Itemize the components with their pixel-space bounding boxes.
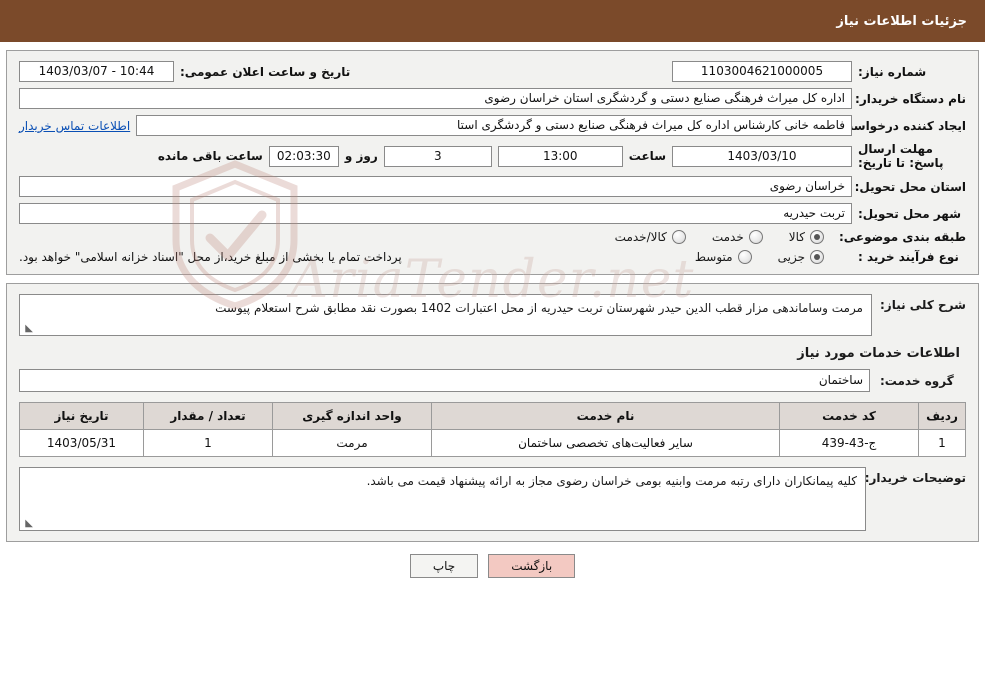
remaining-time-value: 02:03:30 <box>268 145 339 167</box>
radio-icon[interactable] <box>671 230 686 244</box>
print-button[interactable]: چاپ <box>409 554 479 578</box>
category-radio-group[interactable]: کالا خدمت کالا/خدمت <box>615 230 824 244</box>
col-need-date: تاریخ نیاز <box>19 402 144 430</box>
radio-icon[interactable] <box>737 250 752 264</box>
general-desc-label: شرح کلی نیاز: <box>880 298 966 312</box>
services-section-title: اطلاعات خدمات مورد نیاز <box>797 346 960 361</box>
radio-icon[interactable] <box>810 230 824 244</box>
row-buyer-org: نام دستگاه خریدار: اداره کل میراث فرهنگی… <box>19 88 966 109</box>
col-quantity: تعداد / مقدار <box>143 402 273 430</box>
col-row: ردیف <box>918 402 966 430</box>
general-desc-text: مرمت وساماندهی مزار قطب الدین حیدر شهرست… <box>215 301 863 315</box>
category-option-kala[interactable]: کالا <box>789 230 824 244</box>
row-deadline: مهلت ارسال پاسخ: تا تاریخ: 1403/03/10 سا… <box>19 142 966 170</box>
row-general-description: شرح کلی نیاز: مرمت وساماندهی مزار قطب ال… <box>19 294 966 336</box>
deadline-label: مهلت ارسال پاسخ: تا تاریخ: <box>858 142 944 170</box>
resize-grip-icon[interactable]: ◣ <box>23 324 33 334</box>
cell-need-date: 1403/05/31 <box>19 429 144 457</box>
col-service-code: کد خدمت <box>779 402 919 430</box>
buyer-notes-value: کلیه پیمانکاران دارای رتبه مرمت وابنیه ب… <box>19 467 866 531</box>
page-root: AriaTender.net جزئیات اطلاعات نیاز شماره… <box>0 0 985 691</box>
purchase-option-label: متوسط <box>694 250 733 264</box>
footer-actions: بازگشت چاپ <box>0 554 985 578</box>
announce-datetime-label: تاریخ و ساعت اعلان عمومی: <box>180 64 351 79</box>
need-description-panel: شرح کلی نیاز: مرمت وساماندهی مزار قطب ال… <box>6 283 979 542</box>
buyer-contact-link[interactable]: اطلاعات تماس خریدار <box>19 119 130 133</box>
resize-grip-icon[interactable]: ◣ <box>23 519 33 529</box>
purchase-option-jozei[interactable]: جزیی <box>778 250 824 264</box>
general-desc-value: مرمت وساماندهی مزار قطب الدین حیدر شهرست… <box>19 294 872 336</box>
cell-quantity: 1 <box>143 429 273 457</box>
announce-datetime-value: 1403/03/07 - 10:44 <box>19 61 174 82</box>
radio-icon[interactable] <box>748 230 763 244</box>
cell-row: 1 <box>918 429 966 457</box>
deadline-hour-label: ساعت <box>628 149 666 163</box>
table-header-row: ردیف کد خدمت نام خدمت واحد اندازه گیری ت… <box>19 402 966 430</box>
category-option-khedmat[interactable]: خدمت <box>712 230 763 244</box>
row-requester: ایجاد کننده درخواست: فاطمه خانی کارشناس … <box>19 115 966 136</box>
category-option-label: کالا <box>788 230 805 244</box>
row-category: طبقه بندی موضوعی: کالا خدمت کالا/خدمت <box>19 230 966 244</box>
need-details-panel: شماره نیاز: 1103004621000005 تاریخ و ساع… <box>6 50 979 275</box>
deadline-hour-value: 13:00 <box>497 145 623 167</box>
city-label: شهر محل تحویل: <box>858 206 962 221</box>
category-option-kala-khedmat[interactable]: کالا/خدمت <box>615 230 686 244</box>
row-need-number: شماره نیاز: 1103004621000005 تاریخ و ساع… <box>19 61 966 82</box>
purchase-option-label: جزیی <box>777 250 805 264</box>
service-group-value: ساختمان <box>19 369 870 392</box>
cell-unit: مرمت <box>272 429 432 457</box>
purchase-type-radio-group[interactable]: جزیی متوسط <box>695 250 824 264</box>
need-number-value: 1103004621000005 <box>672 61 852 82</box>
row-service-group: گروه خدمت: ساختمان <box>19 369 966 392</box>
service-group-label: گروه خدمت: <box>880 373 954 388</box>
remaining-time-label: ساعت باقی مانده <box>157 149 263 163</box>
window-titlebar: جزئیات اطلاعات نیاز <box>0 0 985 42</box>
remaining-days-value: 3 <box>383 145 492 167</box>
purchase-note: پرداخت تمام یا بخشی از مبلغ خرید،از محل … <box>19 250 402 264</box>
services-table: ردیف کد خدمت نام خدمت واحد اندازه گیری ت… <box>19 402 966 457</box>
col-unit: واحد اندازه گیری <box>272 402 432 430</box>
row-buyer-notes: توضیحات خریدار: کلیه پیمانکاران دارای رت… <box>19 467 966 531</box>
province-value: خراسان رضوی <box>19 176 852 197</box>
deadline-date-value: 1403/03/10 <box>672 145 852 167</box>
province-label: استان محل تحویل: <box>854 179 966 194</box>
category-label: طبقه بندی موضوعی: <box>838 230 966 244</box>
row-province: استان محل تحویل: خراسان رضوی <box>19 176 966 197</box>
row-city: شهر محل تحویل: تربت حیدریه <box>19 203 966 224</box>
radio-icon[interactable] <box>810 250 824 264</box>
cell-service-name: سایر فعالیت‌های تخصصی ساختمان <box>431 429 780 457</box>
buyer-notes-label: توضیحات خریدار: <box>864 471 966 485</box>
category-option-label: کالا/خدمت <box>614 230 667 244</box>
buyer-org-label: نام دستگاه خریدار: <box>855 91 966 106</box>
col-service-name: نام خدمت <box>431 402 780 430</box>
category-option-label: خدمت <box>711 230 744 244</box>
cell-service-code: ج-43-439 <box>779 429 919 457</box>
need-number-label: شماره نیاز: <box>858 64 927 79</box>
requester-value: فاطمه خانی کارشناس اداره کل میراث فرهنگی… <box>136 115 852 136</box>
row-purchase-type: نوع فرآیند خرید : جزیی متوسط پرداخت تمام… <box>19 250 966 264</box>
back-button[interactable]: بازگشت <box>488 554 576 578</box>
purchase-option-motevaset[interactable]: متوسط <box>695 250 752 264</box>
city-value: تربت حیدریه <box>19 203 852 224</box>
buyer-org-value: اداره کل میراث فرهنگی صنایع دستی و گردشگ… <box>19 88 852 109</box>
table-row: 1 ج-43-439 سایر فعالیت‌های تخصصی ساختمان… <box>19 429 966 457</box>
page-title: جزئیات اطلاعات نیاز <box>836 13 967 29</box>
purchase-type-label: نوع فرآیند خرید : <box>858 250 959 264</box>
remaining-days-label: روز و <box>344 149 378 163</box>
buyer-notes-text: کلیه پیمانکاران دارای رتبه مرمت وابنیه ب… <box>366 474 857 488</box>
requester-label: ایجاد کننده درخواست: <box>836 118 966 133</box>
